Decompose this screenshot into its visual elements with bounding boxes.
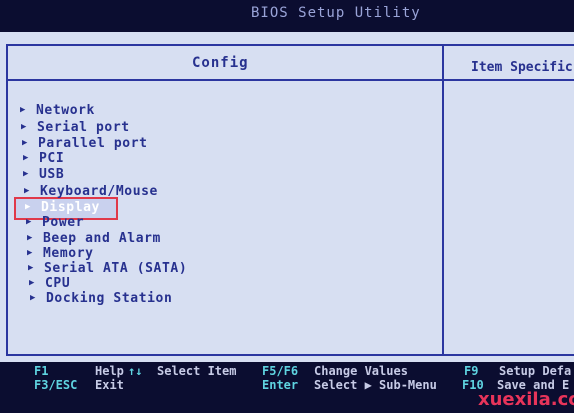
triangle-right-icon: ▶: [30, 293, 37, 303]
key-f5-f6: F5/F6: [262, 364, 299, 378]
triangle-right-icon: ▶: [23, 153, 30, 163]
key-arrows-desc: Select Item: [157, 364, 237, 378]
triangle-right-icon: ▶: [21, 122, 28, 132]
menu-item-keyboard-mouse[interactable]: ▶ Keyboard/Mouse: [24, 184, 158, 199]
triangle-right-icon: ▶: [24, 186, 31, 196]
key-f1: F1: [34, 364, 49, 378]
key-enter: Enter: [262, 378, 299, 392]
tab-config[interactable]: Config: [192, 55, 249, 71]
key-f5-f6-desc: Change Values: [314, 364, 408, 378]
triangle-right-icon: ▶: [29, 278, 36, 288]
triangle-right-icon: ▶: [22, 138, 29, 148]
header-divider-right: [444, 79, 574, 81]
title-bar: BIOS Setup Utility: [0, 0, 574, 32]
key-f3-esc: F3/ESC: [34, 378, 78, 392]
item-specific-help-title: Item Specific: [471, 60, 573, 75]
key-f9-desc: Setup Defa: [499, 364, 572, 378]
menu-item-parallel-port[interactable]: ▶ Parallel port: [22, 136, 148, 151]
triangle-right-icon: ▶: [27, 233, 34, 243]
key-f9: F9: [464, 364, 479, 378]
triangle-right-icon: ▶: [20, 105, 27, 115]
key-f3-esc-desc: Exit: [95, 378, 124, 392]
menu-item-serial-port[interactable]: ▶ Serial port: [21, 120, 130, 135]
key-enter-desc: Select ▶ Sub-Menu: [314, 378, 437, 392]
triangle-right-icon: ▶: [26, 217, 33, 227]
menu-item-usb[interactable]: ▶ USB: [23, 167, 64, 182]
menu-item-serial-ata[interactable]: ▶ Serial ATA (SATA): [28, 261, 187, 276]
menu-item-docking-station[interactable]: ▶ Docking Station: [30, 291, 172, 306]
menu-item-memory[interactable]: ▶ Memory: [27, 246, 94, 261]
app-title: BIOS Setup Utility: [251, 5, 421, 21]
menu-item-pci[interactable]: ▶ PCI: [23, 151, 64, 166]
menu-item-display[interactable]: ▶ Display: [25, 200, 100, 215]
menu-item-beep-and-alarm[interactable]: ▶ Beep and Alarm: [27, 231, 161, 246]
menu-item-power[interactable]: ▶ Power: [26, 215, 84, 230]
triangle-right-icon: ▶: [23, 169, 30, 179]
site-watermark: xuexila.com: [478, 389, 574, 410]
menu-item-cpu[interactable]: ▶ CPU: [29, 276, 70, 291]
menu-item-network[interactable]: ▶ Network: [20, 103, 95, 118]
panel-divider: [442, 44, 444, 356]
triangle-right-icon: ▶: [28, 263, 35, 273]
key-arrows: ↑↓: [128, 364, 143, 378]
triangle-right-icon: ▶: [27, 248, 34, 258]
key-f1-desc: Help: [95, 364, 124, 378]
triangle-right-icon: ▶: [25, 202, 32, 212]
header-divider-left: [6, 79, 442, 81]
